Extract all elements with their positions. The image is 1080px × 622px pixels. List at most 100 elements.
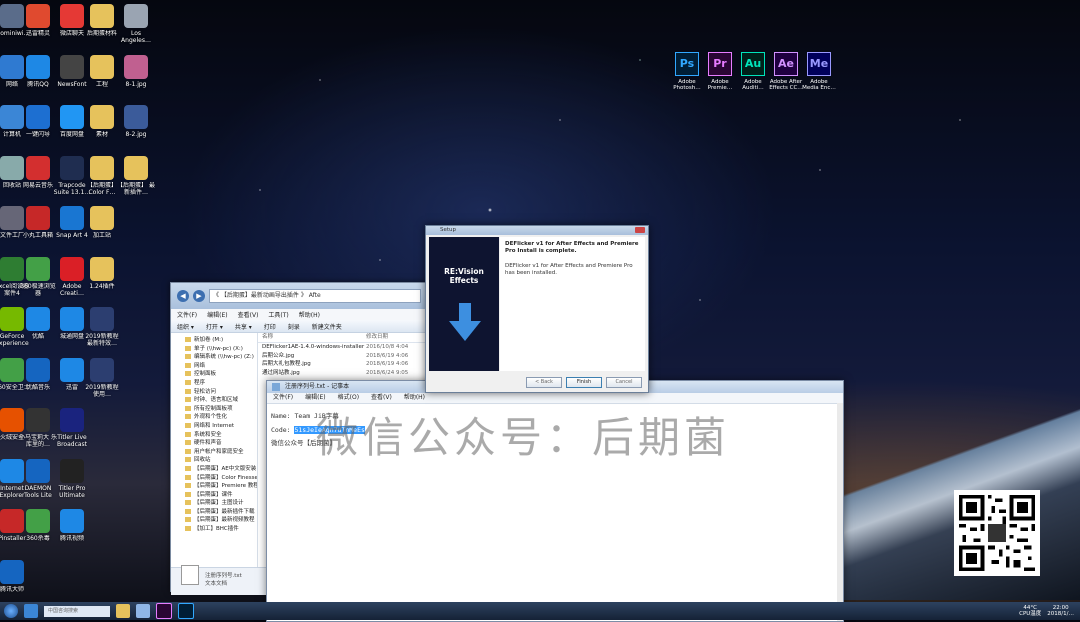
back-button[interactable]: < Back [526,377,562,388]
desktop-icon-label: 8-1.jpg [125,80,147,88]
desktop-icon[interactable]: 8-2.jpg [116,105,156,146]
explorer-titlebar[interactable]: ◀ ▶ 《 【后期蛋】最新动画导出插件 》 Afte [171,283,427,309]
tree-item[interactable]: 网络和 Internet [171,422,257,431]
organize-button[interactable]: 组织 ▾ [177,322,194,331]
adobe-desktop-icon[interactable]: Ps Adobe Photosh… [670,52,704,91]
tree-item[interactable]: 【后期蛋】AE中文版安装 [171,465,257,474]
column-name[interactable]: 名称 [258,333,366,342]
open-button[interactable]: 打开 ▾ [206,322,223,331]
adobe-desktop-icon[interactable]: Ae Adobe After Effects CC… [769,52,803,91]
explorer-taskbar-icon[interactable] [116,604,130,618]
adobe-icon-label: Adobe Photosh… [673,79,701,91]
menu-edit[interactable]: 编辑(E) [207,310,227,319]
notepad-scrollbar[interactable] [837,403,843,621]
file-row[interactable]: 通过网站教.jpg 2018/6/24 9:05 [258,369,427,378]
desktop-icon[interactable]: 【后期蛋】 最新插件… [116,155,156,197]
ie-taskbar-icon[interactable] [24,604,38,618]
notepad-taskbar-icon[interactable] [136,604,150,618]
desktop-icon[interactable]: 加工站 [82,206,122,247]
burn-button[interactable]: 刻录 [288,322,300,331]
tree-item[interactable]: 【后期蛋】主图设计 [171,499,257,508]
tree-item[interactable]: 轻松访问 [171,388,257,397]
notepad-menu-view[interactable]: 查看(V) [371,393,392,403]
desktop-icon-label: Los Angeles… [121,30,151,44]
menu-tools[interactable]: 工具(T) [268,310,288,319]
address-bar[interactable]: 《 【后期蛋】最新动画导出插件 》 Afte [209,289,421,303]
file-row[interactable]: DEFlicker1AE-1.4.0-windows-installer 2016… [258,343,427,352]
notepad-menu-format[interactable]: 格式(O) [338,393,359,403]
adobe-desktop-icon[interactable]: Au Adobe Auditi… [736,52,770,91]
tree-item[interactable]: 控制面板 [171,370,257,379]
folder-icon [90,4,114,28]
desktop-icon[interactable]: 腾讯视频 [52,509,92,550]
desktop-icon-label: 8-2.jpg [125,131,147,138]
browser-icon [26,256,50,281]
start-button[interactable] [4,604,18,618]
forward-arrow-icon[interactable]: ▶ [193,290,205,302]
menu-file[interactable]: 文件(F) [177,310,197,319]
desktop-icon[interactable]: 8-1.jpg [116,54,156,96]
tree-item[interactable]: 【后期蛋】最新插件下载 [171,508,257,517]
clock[interactable]: 22:00 2018/1/… [1047,605,1074,617]
desktop-icon[interactable]: Titler Live Broadcast [52,408,92,449]
music-icon [26,155,50,180]
qq-icon [26,54,50,79]
new-folder-button[interactable]: 新建文件夹 [312,322,342,331]
app-icon [26,458,50,483]
tree-item[interactable]: 新加卷 (M:) [171,336,257,345]
tree-item[interactable]: 所有控制面板项 [171,405,257,414]
taskbar-search[interactable]: 中国咨询搜索 [44,605,110,617]
tree-item[interactable]: 【后期蛋】课件 [171,491,257,500]
desktop-icon[interactable]: 2019新教程 使用… [82,357,122,399]
system-tray: 44°C CPU温度 22:00 2018/1/… [1019,605,1080,617]
tree-item[interactable]: 单子 (\\hw-pc) (X:) [171,345,257,354]
tree-item[interactable]: 【加工】BHC插件 [171,525,257,534]
tree-item[interactable]: 【后期蛋】Premiere 教程 [171,482,257,491]
tree-item[interactable]: 用户帐户和家庭安全 [171,448,257,457]
installer-dialog[interactable]: Setup RE:Vision Effects DEFlicker v1 for… [425,225,649,393]
notepad-menu-help[interactable]: 帮助(H) [404,393,425,403]
premiere-taskbar-icon[interactable] [156,603,172,619]
folder-icon [90,54,114,79]
adobe-desktop-icon[interactable]: Me Adobe Media Enc… [802,52,836,91]
photoshop-taskbar-icon[interactable] [178,603,194,619]
desktop-icon[interactable]: 腾讯大师 [0,559,32,601]
explorer-toolbar: 组织 ▾ 打开 ▾ 共享 ▾ 打印 刻录 新建文件夹 [171,320,427,333]
app-icon [26,206,50,230]
tree-item[interactable]: 硬件和声音 [171,439,257,448]
desktop-icon[interactable]: Los Angeles… [116,4,156,45]
audition-icon: Au [741,52,765,76]
file-name: 后期大礼包教程.jpg [262,361,311,367]
file-row[interactable]: 后期公众.jpg 2018/6/19 4:06 [258,352,427,361]
cancel-button[interactable]: Cancel [606,377,642,388]
print-button[interactable]: 打印 [264,322,276,331]
tree-item[interactable]: 【后期蛋】Color Finesse [171,474,257,483]
cloud-icon [60,105,84,129]
adobe-desktop-icon[interactable]: Pr Adobe Premie… [703,52,737,91]
desktop-icon[interactable]: 1.24插件 [82,256,122,298]
share-button[interactable]: 共享 ▾ [235,322,252,331]
tree-item[interactable]: 外观和个性化 [171,413,257,422]
menu-view[interactable]: 查看(V) [238,310,259,319]
install-complete-message: DEFlicker v1 for After Effects and Premi… [505,263,633,276]
desktop-icon[interactable]: Titler Pro Ultimate [52,458,92,500]
tree-item[interactable]: 程序 [171,379,257,388]
tree-item[interactable]: 【后期蛋】最新视频教程 [171,516,257,525]
menu-help[interactable]: 帮助(H) [299,310,320,319]
notepad-menu-edit[interactable]: 编辑(E) [305,393,325,403]
revision-effects-logo: RE:Vision Effects [444,267,484,285]
back-arrow-icon[interactable]: ◀ [177,290,189,302]
tree-item[interactable]: 网络 [171,362,257,371]
file-row[interactable]: 后期大礼包教程.jpg 2018/6/19 4:06 [258,360,427,369]
finish-button[interactable]: Finish [566,377,602,388]
adobe-icon-label: Adobe Media Enc… [802,79,836,91]
column-date[interactable]: 修改日期 [366,333,416,342]
app-icon [60,408,84,432]
tree-item[interactable]: 时钟、语言和区域 [171,396,257,405]
notepad-menu-file[interactable]: 文件(F) [273,393,293,403]
desktop-icon[interactable]: 2019新教程 最新特效… [82,307,122,348]
adobe-icon [60,256,84,281]
tree-item[interactable]: 系统和安全 [171,431,257,440]
tree-item[interactable]: 编辑系统 (\\hw-pc) (Z:) [171,353,257,362]
tree-item[interactable]: 回收站 [171,456,257,465]
